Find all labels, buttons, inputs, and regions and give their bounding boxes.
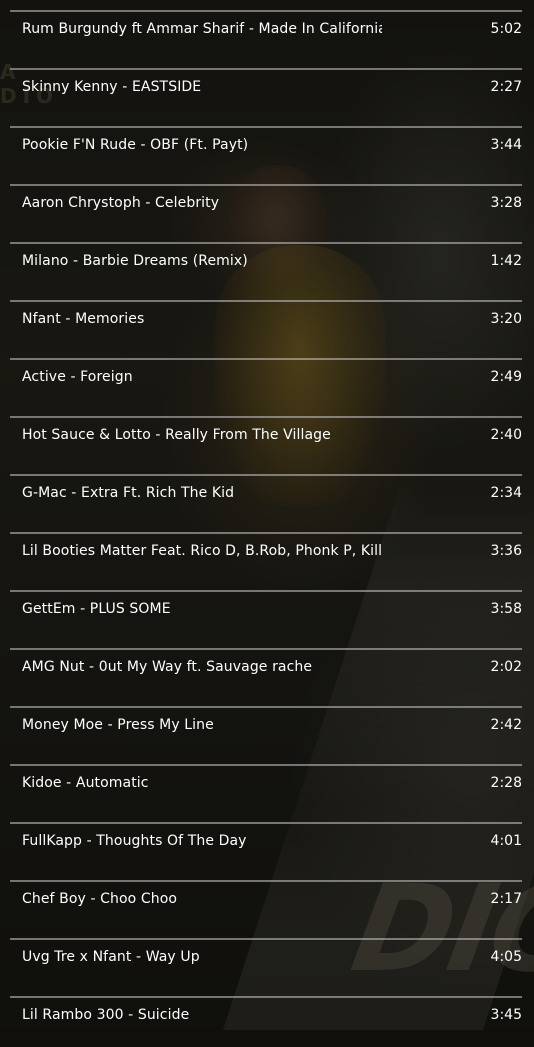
track-row[interactable]: AMG Nut - 0ut My Way ft. Sauvage rache 2:… [10,648,522,706]
track-duration: 4:05 [490,949,522,965]
track-title: AMG Nut - 0ut My Way ft. Sauvage rache [22,659,313,675]
track-row[interactable]: Pookie F'N Rude - OBF (Ft. Payt) 3:44 [10,126,522,184]
track-duration: 3:36 [490,543,522,559]
track-row[interactable]: Uvg Tre x Nfant - Way Up 4:05 [10,938,522,996]
track-title: Uvg Tre x Nfant - Way Up [22,949,200,965]
track-duration: 2:28 [490,775,522,791]
track-duration: 2:42 [490,717,522,733]
track-duration: 4:01 [490,833,522,849]
track-title: Chef Boy - Choo Choo [22,891,178,907]
track-row[interactable]: Kidoe - Automatic 2:28 [10,764,522,822]
track-row[interactable]: Lil Rambo 300 - Suicide 3:45 [10,996,522,1047]
track-row[interactable]: Money Moe - Press My Line 2:42 [10,706,522,764]
track-row[interactable]: Hot Sauce & Lotto - Really From The Vill… [10,416,522,474]
track-title: Money Moe - Press My Line [22,717,214,733]
track-title: Nfant - Memories [22,311,145,327]
track-duration: 2:27 [490,79,522,95]
track-duration: 3:58 [490,601,522,617]
track-duration: 2:17 [490,891,522,907]
track-title: FullKapp - Thoughts Of The Day [22,833,247,849]
track-title: GettEm - PLUS SOME [22,601,171,617]
playlist-view: DIG A DIO Rum Burgundy ft Ammar Sharif - … [0,0,534,1047]
track-row[interactable]: Milano - Barbie Dreams (Remix) 1:42 [10,242,522,300]
track-title: Lil Booties Matter Feat. Rico D, B.Rob, … [22,543,382,559]
track-duration: 2:02 [490,659,522,675]
track-row[interactable]: FullKapp - Thoughts Of The Day 4:01 [10,822,522,880]
track-row[interactable]: Lil Booties Matter Feat. Rico D, B.Rob, … [10,532,522,590]
track-row[interactable]: Nfant - Memories 3:20 [10,300,522,358]
track-list: Rum Burgundy ft Ammar Sharif - Made In C… [10,0,522,1047]
track-duration: 2:40 [490,427,522,443]
track-title: Pookie F'N Rude - OBF (Ft. Payt) [22,137,249,153]
track-title: Milano - Barbie Dreams (Remix) [22,253,248,269]
track-duration: 3:28 [490,195,522,211]
track-duration: 2:34 [490,485,522,501]
track-row[interactable]: G-Mac - Extra Ft. Rich The Kid 2:34 [10,474,522,532]
track-duration: 3:44 [490,137,522,153]
track-row[interactable]: Chef Boy - Choo Choo 2:17 [10,880,522,938]
track-duration: 3:20 [490,311,522,327]
track-title: Kidoe - Automatic [22,775,149,791]
track-row[interactable]: Active - Foreign 2:49 [10,358,522,416]
track-title: Hot Sauce & Lotto - Really From The Vill… [22,427,331,443]
track-duration: 5:02 [490,21,522,37]
track-row[interactable]: Skinny Kenny - EASTSIDE 2:27 [10,68,522,126]
track-duration: 1:42 [490,253,522,269]
track-row[interactable]: GettEm - PLUS SOME 3:58 [10,590,522,648]
track-title: Rum Burgundy ft Ammar Sharif - Made In C… [22,21,382,37]
track-duration: 2:49 [490,369,522,385]
track-title: Lil Rambo 300 - Suicide [22,1007,190,1023]
track-title: G-Mac - Extra Ft. Rich The Kid [22,485,235,501]
track-row[interactable]: Rum Burgundy ft Ammar Sharif - Made In C… [10,10,522,68]
track-duration: 3:45 [490,1007,522,1023]
track-title: Skinny Kenny - EASTSIDE [22,79,202,95]
track-title: Aaron Chrystoph - Celebrity [22,195,220,211]
track-row[interactable]: Aaron Chrystoph - Celebrity 3:28 [10,184,522,242]
track-title: Active - Foreign [22,369,133,385]
